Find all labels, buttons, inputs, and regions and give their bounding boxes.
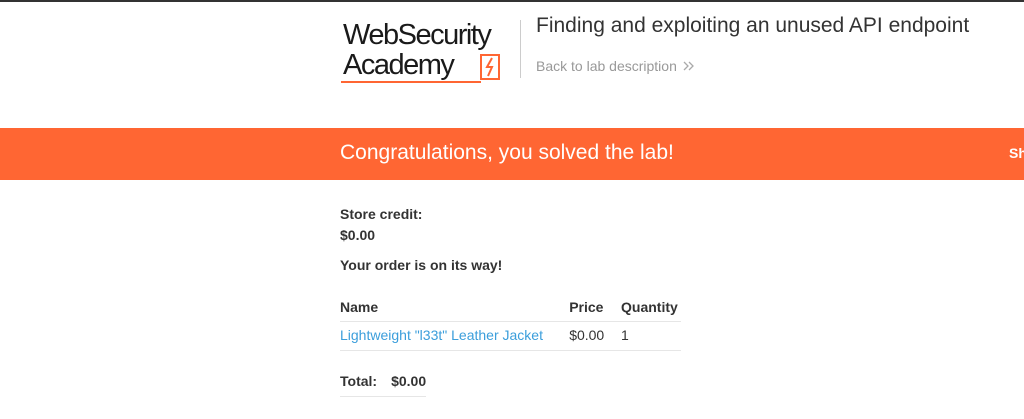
column-header-price: Price [569, 299, 604, 315]
order-items-table: Name Price Quantity Lightweight "l33t" L… [340, 295, 681, 351]
logo-text-line1: WebSecurity [343, 19, 492, 51]
solved-banner: Congratulations, you solved the lab! Sh [0, 128, 1024, 180]
lab-title: Finding and exploiting an unused API end… [536, 14, 970, 37]
column-header-name: Name [340, 299, 379, 315]
store-credit-value: $0.00 [340, 227, 376, 243]
total-row: Total: $0.00 [340, 368, 427, 397]
order-total-table: Total: $0.00 [340, 368, 427, 397]
product-link[interactable]: Lightweight "l33t" Leather Jacket [340, 327, 543, 343]
table-header-row: Name Price Quantity [340, 295, 681, 322]
item-quantity-cell: 1 [621, 321, 681, 351]
logo-text-line2: Academy [343, 49, 455, 81]
header-divider [520, 20, 521, 78]
logo-underline [341, 81, 481, 83]
total-value: $0.00 [391, 368, 427, 397]
lightning-bolt-icon [480, 54, 500, 80]
item-price-cell: $0.00 [569, 321, 621, 351]
order-status-message: Your order is on its way! [340, 257, 503, 273]
top-border [0, 0, 1024, 2]
store-credit-label: Store credit: [340, 206, 423, 222]
double-chevron-right-icon [683, 61, 694, 71]
back-to-lab-description-link[interactable]: Back to lab description [536, 58, 695, 74]
table-row: Lightweight "l33t" Leather Jacket $0.00 … [340, 321, 681, 351]
web-security-academy-logo[interactable]: WebSecurity Academy [341, 18, 521, 84]
back-link-label: Back to lab description [536, 58, 677, 74]
item-name-cell: Lightweight "l33t" Leather Jacket [340, 321, 570, 351]
banner-share-button[interactable]: Sh [1009, 145, 1024, 161]
column-header-quantity: Quantity [621, 299, 678, 315]
total-label: Total: [340, 368, 392, 397]
banner-message: Congratulations, you solved the lab! [340, 141, 674, 164]
